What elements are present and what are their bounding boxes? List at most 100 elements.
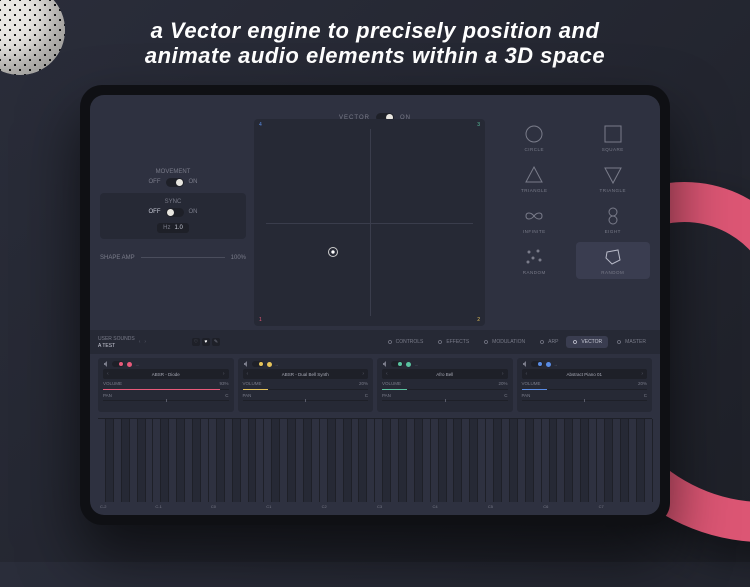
piano-key[interactable] (217, 419, 225, 502)
piano-key[interactable] (304, 419, 312, 502)
piano-key[interactable] (645, 419, 653, 502)
volume-slider[interactable] (243, 389, 369, 390)
piano-key[interactable] (130, 419, 138, 502)
piano-key[interactable] (447, 419, 455, 502)
channel-route[interactable]: → (135, 362, 140, 367)
heart-1[interactable]: ♡ (192, 338, 200, 346)
piano-key[interactable] (241, 419, 249, 502)
piano-key[interactable] (518, 419, 526, 502)
channel-preset[interactable]: ‹ABSR - Dual Bell Synth› (243, 369, 369, 379)
piano-key[interactable] (494, 419, 502, 502)
piano-key[interactable] (597, 419, 605, 502)
piano-key[interactable] (336, 419, 344, 502)
piano-key[interactable] (581, 419, 589, 502)
tab-effects[interactable]: EFFECTS (431, 336, 475, 348)
shape-amp-slider[interactable] (141, 257, 225, 258)
piano-key[interactable] (407, 419, 415, 502)
piano-key[interactable] (470, 419, 478, 502)
piano-key[interactable] (391, 419, 399, 502)
channel-route[interactable]: → (275, 362, 280, 367)
shape-random-poly[interactable]: RANDOM (576, 242, 651, 279)
piano-key[interactable] (454, 419, 462, 502)
piano-key[interactable] (153, 419, 161, 502)
piano-key[interactable] (225, 419, 233, 502)
tab-modulation[interactable]: MODULATION (477, 336, 531, 348)
piano-key[interactable] (478, 419, 486, 502)
channel-preset[interactable]: ‹Abstract Piano 01› (522, 369, 648, 379)
piano-key[interactable] (534, 419, 542, 502)
piano-key[interactable] (320, 419, 328, 502)
piano-key[interactable] (367, 419, 375, 502)
pan-slider[interactable] (103, 400, 229, 401)
piano-key[interactable] (526, 419, 534, 502)
vector-xy-pad[interactable]: 4 3 1 2 (254, 119, 485, 326)
piano-key[interactable] (565, 419, 573, 502)
volume-slider[interactable] (382, 389, 508, 390)
piano-key[interactable] (399, 419, 407, 502)
hz-field[interactable]: Hz 1.0 (157, 223, 189, 233)
sync-toggle[interactable] (166, 208, 184, 217)
channel-preset[interactable]: ‹ABSR - Diode› (103, 369, 229, 379)
shape-infinite[interactable]: INFINITE (497, 201, 572, 238)
piano-key[interactable] (431, 419, 439, 502)
shape-eight[interactable]: EIGHT (576, 201, 651, 238)
preset-prev-icon[interactable]: ‹ (107, 371, 109, 377)
piano-key[interactable] (312, 419, 320, 502)
piano-key[interactable] (193, 419, 201, 502)
channel-power[interactable] (252, 361, 264, 367)
piano-key[interactable] (280, 419, 288, 502)
piano-key[interactable] (209, 419, 217, 502)
tab-master[interactable]: MASTER (610, 336, 652, 348)
piano-key[interactable] (122, 419, 130, 502)
channel-route[interactable]: → (554, 362, 559, 367)
pan-slider[interactable] (382, 400, 508, 401)
piano-key[interactable] (359, 419, 367, 502)
preset-next-icon[interactable]: › (502, 371, 504, 377)
tab-controls[interactable]: CONTROLS (381, 336, 430, 348)
preset-next-icon[interactable]: › (223, 371, 225, 377)
piano-key[interactable] (272, 419, 280, 502)
piano-key[interactable] (589, 419, 597, 502)
piano-key[interactable] (146, 419, 154, 502)
piano-key[interactable] (98, 419, 106, 502)
piano-key[interactable] (169, 419, 177, 502)
piano-key[interactable] (328, 419, 336, 502)
tab-arp[interactable]: ARP (533, 336, 564, 348)
piano-key[interactable] (415, 419, 423, 502)
shape-circle[interactable]: CIRCLE (497, 119, 572, 156)
piano-key[interactable] (629, 419, 637, 502)
piano-key[interactable] (138, 419, 146, 502)
preset-next-icon[interactable]: › (641, 371, 643, 377)
volume-slider[interactable] (522, 389, 648, 390)
piano-key[interactable] (185, 419, 193, 502)
shape-tri-up[interactable]: TRIANGLE (497, 160, 572, 197)
channel-power[interactable] (531, 361, 543, 367)
channel-preset[interactable]: ‹Afro Bell› (382, 369, 508, 379)
piano-key[interactable] (161, 419, 169, 502)
piano-key[interactable] (233, 419, 241, 502)
shape-tri-down[interactable]: TRIANGLE (576, 160, 651, 197)
piano-key[interactable] (486, 419, 494, 502)
preset-prev-icon[interactable]: ‹ (247, 371, 249, 377)
piano-key[interactable] (510, 419, 518, 502)
piano-key[interactable] (383, 419, 391, 502)
preset-prev-icon[interactable]: ‹ (526, 371, 528, 377)
key-row[interactable] (98, 418, 652, 502)
piano-key[interactable] (288, 419, 296, 502)
piano-key[interactable] (106, 419, 114, 502)
piano-key[interactable] (550, 419, 558, 502)
piano-key[interactable] (621, 419, 629, 502)
piano-key[interactable] (637, 419, 645, 502)
piano-key[interactable] (502, 419, 510, 502)
preset-prev-icon[interactable]: ‹ (386, 371, 388, 377)
piano-key[interactable] (613, 419, 621, 502)
preset-next[interactable]: › (144, 339, 146, 345)
channel-route[interactable]: → (414, 362, 419, 367)
channel-power[interactable] (112, 361, 124, 367)
heart-3[interactable]: ✎ (212, 338, 220, 346)
piano-key[interactable] (249, 419, 257, 502)
volume-slider[interactable] (103, 389, 229, 390)
piano-key[interactable] (352, 419, 360, 502)
piano-key[interactable] (573, 419, 581, 502)
piano-key[interactable] (177, 419, 185, 502)
